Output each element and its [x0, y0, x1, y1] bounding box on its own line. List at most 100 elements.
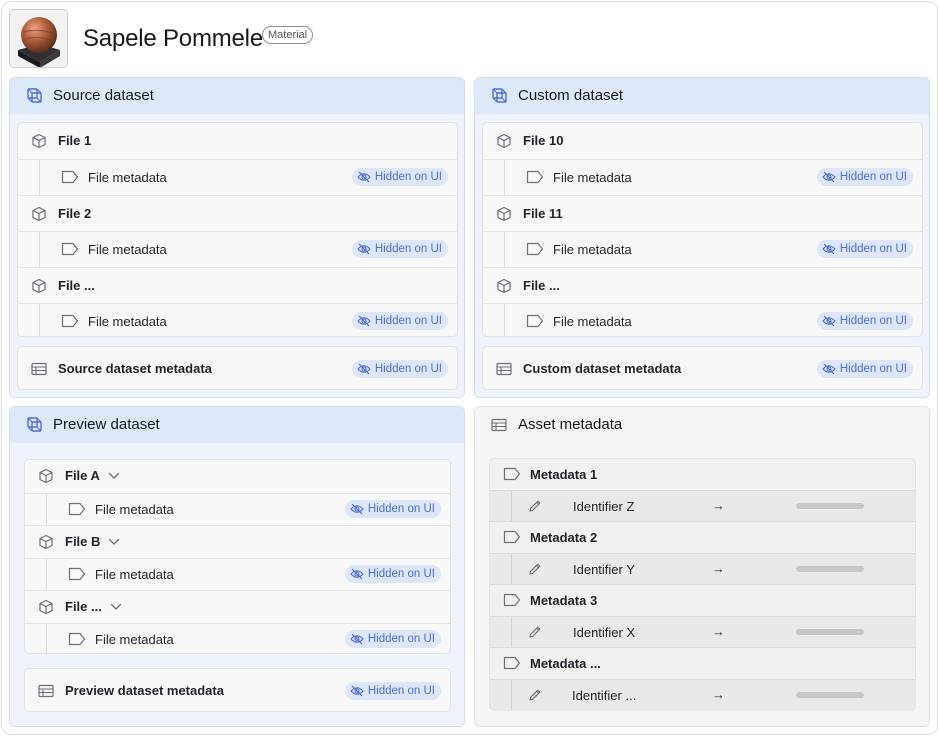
- arrow-right-icon: →: [712, 624, 725, 639]
- file-metadata-row[interactable]: File metadata Hidden on UI: [483, 303, 922, 336]
- preview-dataset-header[interactable]: Preview dataset: [10, 407, 464, 443]
- value-placeholder-bar: [796, 629, 864, 635]
- file-row[interactable]: File ...: [483, 267, 922, 303]
- file-metadata-row[interactable]: File metadata Hidden on UI: [483, 231, 922, 267]
- eye-off-icon: [822, 315, 836, 327]
- cube-icon: [31, 133, 47, 149]
- metadata-row[interactable]: Metadata 2: [490, 522, 915, 553]
- table-icon: [491, 418, 507, 432]
- pencil-icon[interactable]: [528, 562, 542, 576]
- tree-line: [39, 160, 40, 195]
- custom-dataset-header[interactable]: Custom dataset: [475, 78, 929, 114]
- tree-line: [511, 491, 512, 521]
- file-row[interactable]: File 11: [483, 195, 922, 231]
- hidden-on-ui-badge[interactable]: Hidden on UI: [344, 500, 441, 518]
- asset-title: Sapele Pommele: [83, 25, 263, 52]
- hidden-on-ui-badge[interactable]: Hidden on UI: [816, 312, 913, 330]
- identifier-row[interactable]: Identifier X →: [490, 616, 915, 648]
- file-row[interactable]: File 2: [18, 195, 457, 231]
- identifier-row[interactable]: Identifier Z →: [490, 490, 915, 522]
- tree-line: [511, 554, 512, 584]
- cube-icon: [31, 278, 47, 294]
- file-metadata-label: File metadata: [88, 170, 167, 185]
- file-metadata-label: File metadata: [88, 242, 167, 257]
- hidden-badge-label: Hidden on UI: [839, 315, 907, 327]
- tag-icon: [503, 656, 521, 670]
- hidden-on-ui-badge[interactable]: Hidden on UI: [351, 312, 448, 330]
- source-dataset-header[interactable]: Source dataset: [10, 78, 464, 114]
- material-thumbnail[interactable]: [9, 9, 68, 68]
- file-metadata-row[interactable]: File metadata Hidden on UI: [25, 558, 450, 590]
- tree-line: [46, 559, 47, 590]
- file-metadata-row[interactable]: File metadata Hidden on UI: [18, 231, 457, 267]
- table-icon: [31, 362, 47, 376]
- source-dataset-metadata-row[interactable]: Source dataset metadata Hidden on UI: [17, 346, 458, 390]
- arrow-right-icon: →: [712, 498, 725, 513]
- tree-line: [504, 304, 505, 336]
- file-row[interactable]: File 1: [18, 123, 457, 159]
- asset-metadata-list: Metadata 1 Identifier Z → Metadata 2 Ide…: [489, 458, 916, 711]
- hidden-on-ui-badge[interactable]: Hidden on UI: [351, 360, 448, 378]
- metadata-row[interactable]: Metadata 3: [490, 585, 915, 616]
- metadata-row[interactable]: Metadata 1: [490, 459, 915, 490]
- identifier-row[interactable]: Identifier ... →: [490, 679, 915, 710]
- chevron-down-icon[interactable]: [108, 538, 120, 546]
- metadata-name: Metadata 1: [530, 467, 598, 482]
- tag-icon: [61, 170, 79, 184]
- chevron-down-icon[interactable]: [108, 472, 120, 480]
- file-name: File ...: [65, 599, 102, 614]
- eye-off-icon: [822, 171, 836, 183]
- file-metadata-row[interactable]: File metadata Hidden on UI: [483, 159, 922, 195]
- identifier-label: Identifier ...: [572, 688, 637, 703]
- hidden-on-ui-badge[interactable]: Hidden on UI: [344, 682, 441, 700]
- custom-dataset-metadata-row[interactable]: Custom dataset metadata Hidden on UI: [482, 346, 923, 390]
- source-dataset-title: Source dataset: [53, 87, 154, 104]
- hidden-on-ui-badge[interactable]: Hidden on UI: [816, 240, 913, 258]
- tree-line: [46, 624, 47, 653]
- cube-icon: [38, 468, 54, 484]
- file-metadata-row[interactable]: File metadata Hidden on UI: [18, 159, 457, 195]
- cube-icon: [496, 206, 512, 222]
- tag-icon: [68, 502, 86, 516]
- tree-line: [39, 304, 40, 336]
- identifier-row[interactable]: Identifier Y →: [490, 553, 915, 585]
- hidden-on-ui-badge[interactable]: Hidden on UI: [344, 630, 441, 648]
- tree-line: [504, 160, 505, 195]
- hidden-on-ui-badge[interactable]: Hidden on UI: [816, 168, 913, 186]
- arrow-right-icon: →: [712, 561, 725, 576]
- file-row[interactable]: File A: [25, 460, 450, 493]
- dataset-metadata-label: Preview dataset metadata: [65, 683, 224, 698]
- asset-metadata-header[interactable]: Asset metadata: [475, 407, 929, 443]
- tree-line: [504, 232, 505, 267]
- tag-icon: [68, 567, 86, 581]
- file-row[interactable]: File 10: [483, 123, 922, 159]
- file-metadata-row[interactable]: File metadata Hidden on UI: [18, 303, 457, 336]
- file-row[interactable]: File ...: [18, 267, 457, 303]
- pencil-icon[interactable]: [528, 499, 542, 513]
- file-metadata-label: File metadata: [553, 170, 632, 185]
- chevron-down-icon[interactable]: [110, 603, 122, 611]
- pencil-icon[interactable]: [528, 625, 542, 639]
- table-icon: [38, 684, 54, 698]
- file-row[interactable]: File ...: [25, 590, 450, 623]
- dataset-icon: [26, 416, 44, 434]
- hidden-on-ui-badge[interactable]: Hidden on UI: [351, 168, 448, 186]
- hidden-badge-label: Hidden on UI: [367, 503, 435, 515]
- file-metadata-row[interactable]: File metadata Hidden on UI: [25, 623, 450, 653]
- eye-off-icon: [357, 243, 371, 255]
- hidden-on-ui-badge[interactable]: Hidden on UI: [816, 360, 913, 378]
- metadata-row[interactable]: Metadata ...: [490, 648, 915, 679]
- file-metadata-row[interactable]: File metadata Hidden on UI: [25, 493, 450, 525]
- hidden-badge-label: Hidden on UI: [374, 243, 442, 255]
- file-row[interactable]: File B: [25, 525, 450, 558]
- hidden-on-ui-badge[interactable]: Hidden on UI: [351, 240, 448, 258]
- eye-off-icon: [357, 315, 371, 327]
- file-metadata-label: File metadata: [95, 632, 174, 647]
- file-name: File B: [65, 534, 101, 549]
- pencil-icon[interactable]: [528, 688, 542, 702]
- cube-icon: [496, 278, 512, 294]
- tree-line: [511, 680, 512, 710]
- hidden-on-ui-badge[interactable]: Hidden on UI: [344, 565, 441, 583]
- preview-dataset-metadata-row[interactable]: Preview dataset metadata Hidden on UI: [24, 668, 451, 712]
- eye-off-icon: [822, 363, 836, 375]
